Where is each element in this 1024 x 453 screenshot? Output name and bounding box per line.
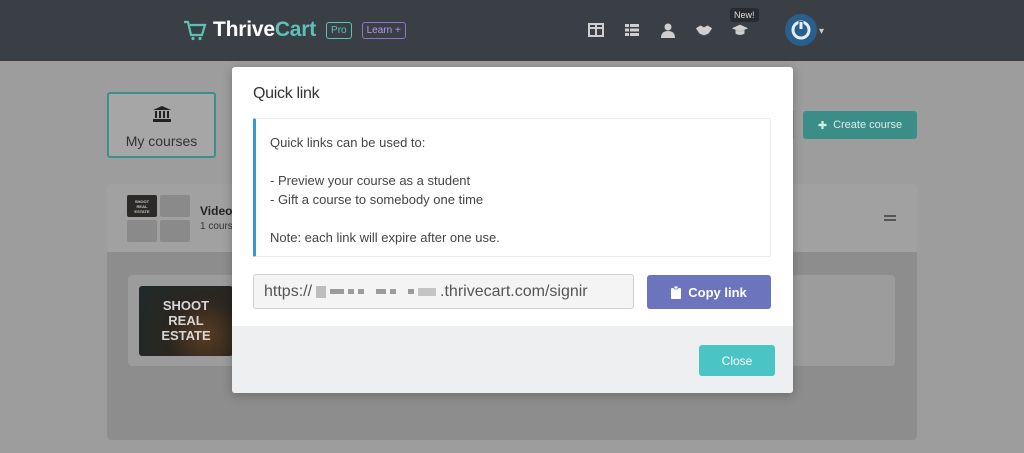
info-note: Note: each link will expire after one us… [270, 230, 500, 245]
copy-link-button[interactable]: Copy link [647, 275, 771, 309]
clipboard-icon [671, 285, 682, 299]
quick-link-modal: Quick link Quick links can be used to: -… [232, 67, 793, 393]
info-item-gift: - Gift a course to somebody one time [270, 192, 484, 207]
copy-link-label: Copy link [688, 284, 747, 300]
redacted-subdomain [316, 285, 437, 298]
link-prefix: https:// [264, 282, 313, 300]
modal-title: Quick link [253, 85, 320, 102]
quick-link-info-box: Quick links can be used to: - Preview yo… [253, 118, 771, 257]
link-suffix: .thrivecart.com/signir [440, 282, 588, 300]
quick-link-field[interactable]: https:// .thrivecart.com/signir [253, 274, 634, 309]
info-intro: Quick links can be used to: [270, 135, 426, 150]
info-item-preview: - Preview your course as a student [270, 173, 471, 188]
close-button[interactable]: Close [699, 345, 775, 376]
